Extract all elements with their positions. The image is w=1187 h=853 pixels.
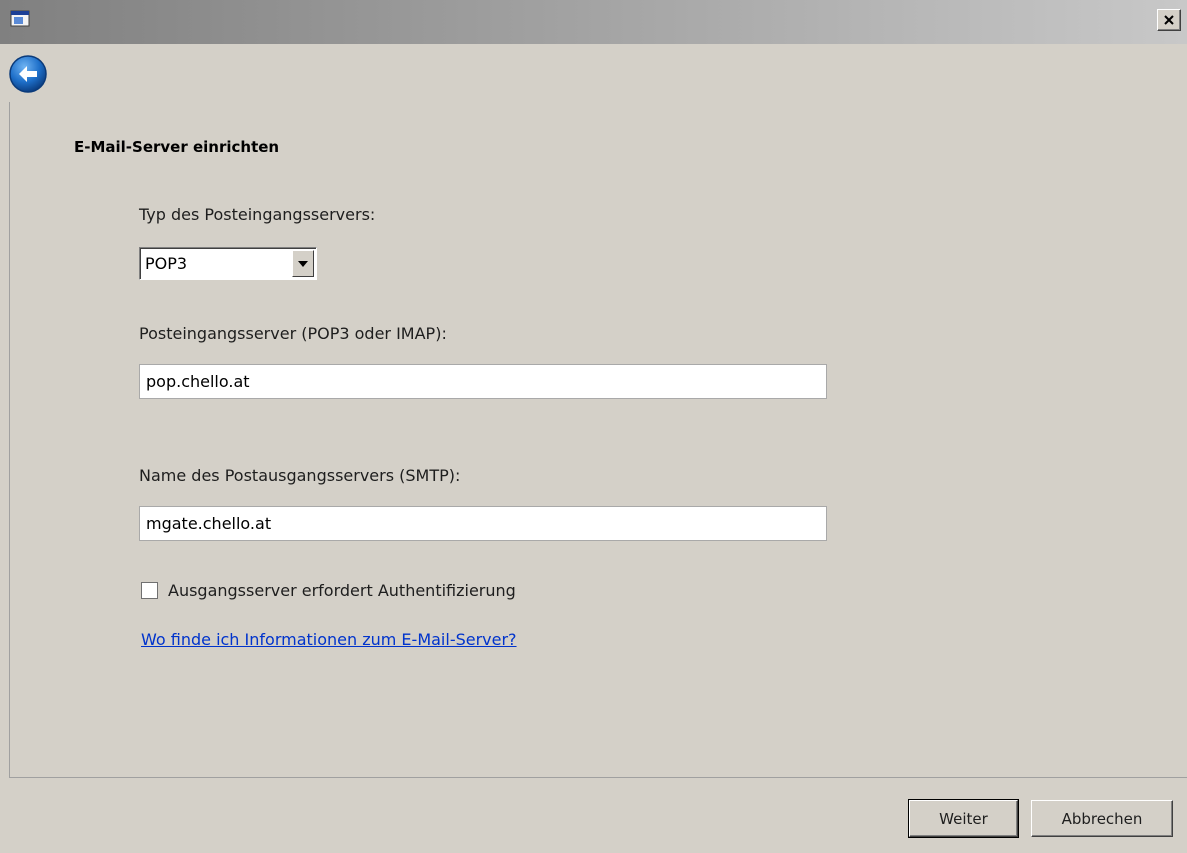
incoming-server-input[interactable] [139, 364, 827, 399]
auth-checkbox-row[interactable]: Ausgangsserver erfordert Authentifizieru… [141, 581, 516, 600]
incoming-type-value: POP3 [145, 254, 188, 273]
navigation-bar [0, 44, 1187, 102]
incoming-server-label: Posteingangsserver (POP3 oder IMAP): [139, 324, 447, 343]
outgoing-server-label: Name des Postausgangsservers (SMTP): [139, 466, 461, 485]
next-button[interactable]: Weiter [909, 800, 1018, 837]
button-bar: Weiter Abbrechen [0, 778, 1187, 853]
outgoing-server-input[interactable] [139, 506, 827, 541]
close-icon [1164, 15, 1174, 25]
incoming-type-label: Typ des Posteingangsservers: [139, 205, 376, 224]
incoming-type-select[interactable]: POP3 [139, 247, 317, 280]
mail-server-help-link[interactable]: Wo finde ich Informationen zum E-Mail-Se… [141, 630, 517, 649]
title-bar [0, 0, 1187, 44]
auth-checkbox[interactable] [141, 582, 158, 599]
page-title: E-Mail-Server einrichten [74, 138, 280, 156]
content-panel: E-Mail-Server einrichten Typ des Postein… [9, 102, 1187, 778]
dropdown-button[interactable] [292, 250, 314, 277]
close-button[interactable] [1157, 9, 1181, 31]
chevron-down-icon [298, 260, 308, 267]
cancel-button[interactable]: Abbrechen [1031, 800, 1173, 837]
setup-dialog-window: E-Mail-Server einrichten Typ des Postein… [0, 0, 1187, 853]
auth-checkbox-label[interactable]: Ausgangsserver erfordert Authentifizieru… [168, 581, 516, 600]
window-app-icon [10, 10, 30, 27]
back-arrow-icon[interactable] [8, 54, 48, 94]
